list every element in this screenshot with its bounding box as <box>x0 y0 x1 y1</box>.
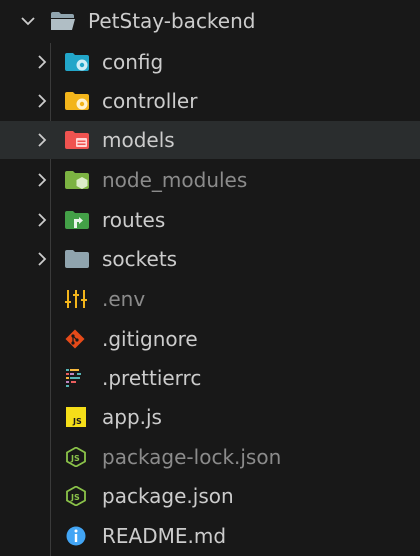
tree-item-label: .prettierrc <box>102 366 202 390</box>
folder-icon <box>65 250 89 268</box>
tree-item-package-json[interactable]: JS package.json <box>0 477 420 515</box>
chevron-down-icon[interactable] <box>20 13 36 29</box>
tree-item-label: config <box>102 50 164 74</box>
tree-root-label: PetStay-backend <box>88 9 256 33</box>
tree-item-label: app.js <box>102 405 162 429</box>
folder-routes-icon <box>65 211 89 229</box>
tree-item-prettierrc[interactable]: .prettierrc <box>0 359 420 397</box>
tree-item-label: package.json <box>102 484 234 508</box>
svg-text:JS: JS <box>70 493 80 502</box>
tree-item-gitignore[interactable]: .gitignore <box>0 320 420 358</box>
tree-item-label: .gitignore <box>102 327 198 351</box>
tree-item-label: .env <box>102 287 146 311</box>
tree-item-package-lock-json[interactable]: JS package-lock.json <box>0 438 420 476</box>
prettier-icon <box>66 369 81 387</box>
tree-item-label: package-lock.json <box>102 445 282 469</box>
tree-item-sockets[interactable]: sockets <box>0 240 420 278</box>
folder-open-icon <box>51 12 75 30</box>
tree-item-label: controller <box>102 89 198 113</box>
chevron-right-icon[interactable] <box>34 93 50 109</box>
tree-item-label: models <box>102 128 175 152</box>
javascript-icon: JS <box>66 407 86 427</box>
folder-controller-icon <box>65 92 89 110</box>
folder-node-icon <box>65 171 89 189</box>
svg-text:JS: JS <box>72 417 82 426</box>
chevron-right-icon[interactable] <box>34 251 50 267</box>
tree-item-app-js[interactable]: JS app.js <box>0 398 420 436</box>
svg-text:JS: JS <box>70 454 80 463</box>
tree-root-petstay-backend[interactable]: PetStay-backend <box>0 2 420 40</box>
git-icon <box>65 329 85 349</box>
chevron-right-icon[interactable] <box>34 132 50 148</box>
folder-config-icon <box>65 53 89 71</box>
chevron-right-icon[interactable] <box>34 54 50 70</box>
tree-item-node-modules[interactable]: node_modules <box>0 161 420 199</box>
tree-item-label: README.md <box>102 524 227 548</box>
tree-item-label: node_modules <box>102 168 248 192</box>
chevron-right-icon[interactable] <box>34 212 50 228</box>
tree-item-routes[interactable]: routes <box>0 201 420 239</box>
tree-item-config[interactable]: config <box>0 43 420 81</box>
chevron-right-icon[interactable] <box>34 172 50 188</box>
tree-item-controller[interactable]: controller <box>0 82 420 120</box>
tree-item-env[interactable]: .env <box>0 280 420 318</box>
tree-item-models[interactable]: models <box>0 121 420 159</box>
tree-item-readme-md[interactable]: README.md <box>0 517 420 555</box>
file-explorer: PetStay-backend config controller models… <box>0 0 420 556</box>
tree-item-label: sockets <box>102 247 178 271</box>
nodejs-icon: JS <box>66 447 86 467</box>
env-sliders-icon <box>65 290 87 308</box>
info-icon <box>66 526 86 546</box>
folder-models-icon <box>65 131 89 149</box>
tree-item-label: routes <box>102 208 166 232</box>
nodejs-icon: JS <box>66 486 86 506</box>
